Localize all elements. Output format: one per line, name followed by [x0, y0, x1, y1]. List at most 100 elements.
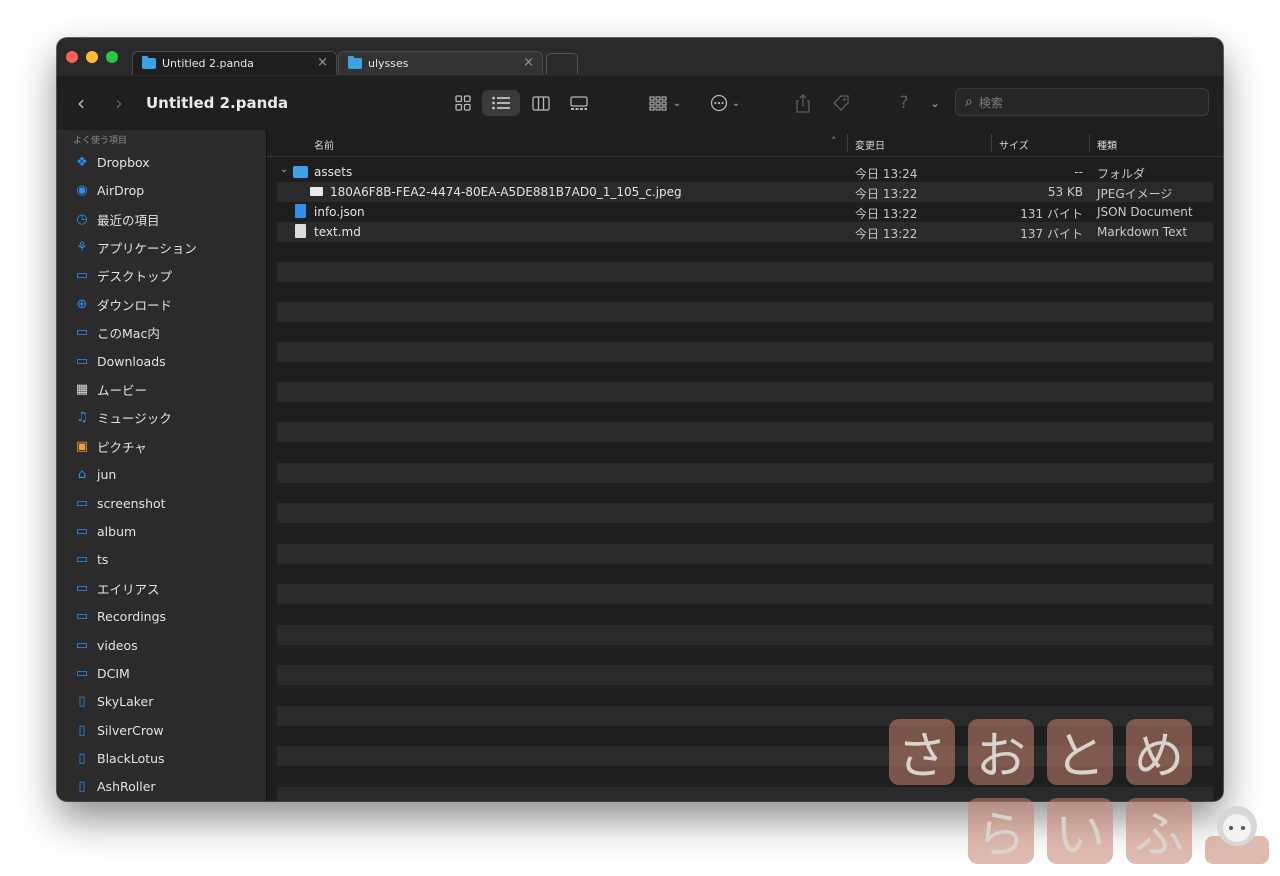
empty-row-stripe: [277, 665, 1213, 685]
folder-icon: ▭: [75, 353, 89, 369]
sidebar: よく使う項目 ❖ Dropbox ◉ AirDrop ◷ 最近の項目 ⚘ アプリケーショ…: [57, 130, 267, 801]
file-kind: JSON Document: [1097, 205, 1193, 219]
column-header-kind[interactable]: 種類: [1097, 137, 1117, 152]
sidebar-item-alias[interactable]: ▭ エイリアス: [73, 577, 160, 599]
folder-icon: ▭: [75, 665, 89, 681]
sidebar-item-label: jun: [97, 466, 117, 482]
file-size: 53 KB: [1047, 185, 1083, 199]
sidebar-item-ts[interactable]: ▭ ts: [73, 548, 109, 570]
sidebar-item-label: ピクチャ: [97, 439, 147, 455]
sidebar-item-label: エイリアス: [97, 581, 160, 597]
back-button[interactable]: ‹: [77, 91, 85, 115]
desktop-icon: ▭: [75, 267, 89, 283]
column-header-name[interactable]: 名前: [314, 137, 334, 152]
sidebar-item-this-mac[interactable]: ▭ このMac内: [73, 321, 160, 343]
sidebar-item-dcim[interactable]: ▭ DCIM: [73, 662, 130, 684]
pictures-icon: ▣: [75, 438, 89, 454]
empty-row-stripe: [277, 463, 1213, 483]
column-divider[interactable]: [847, 134, 848, 152]
column-header-date[interactable]: 変更日: [855, 137, 885, 152]
folder-icon: ▭: [75, 551, 89, 567]
sidebar-item-album[interactable]: ▭ album: [73, 520, 136, 542]
folder-icon: ▭: [75, 608, 89, 624]
file-kind: フォルダ: [1097, 167, 1146, 181]
action-menu-icon[interactable]: ⌄: [705, 90, 745, 116]
text-file-icon: [295, 224, 306, 238]
file-name: text.md: [314, 225, 361, 239]
file-date: 今日 13:24: [855, 167, 918, 181]
table-row[interactable]: info.json 今日 13:22 131 バイト JSON Document: [277, 202, 1213, 222]
sidebar-item-jun[interactable]: ⌂ jun: [73, 463, 116, 485]
group-by-icon[interactable]: ⌄: [645, 90, 685, 116]
sidebar-item-ashroller[interactable]: ▯ AshRoller: [73, 775, 156, 797]
sidebar-item-videos[interactable]: ▭ videos: [73, 634, 138, 656]
tab-label: ulysses: [368, 57, 409, 70]
gallery-view-icon[interactable]: [566, 90, 592, 116]
table-row[interactable]: ⌄ assets 今日 13:24 -- フォルダ: [277, 162, 1213, 182]
sidebar-item-pictures[interactable]: ▣ ピクチャ: [73, 435, 147, 457]
tab-ulysses[interactable]: ulysses ×: [338, 51, 543, 75]
empty-row-stripe: [277, 342, 1213, 362]
file-kind: Markdown Text: [1097, 225, 1188, 239]
dropbox-icon: ❖: [76, 154, 88, 170]
tab-untitled-panda[interactable]: Untitled 2.panda ×: [132, 51, 337, 75]
search-field[interactable]: ⌕ 検索: [955, 88, 1209, 116]
close-tab-icon[interactable]: ×: [317, 55, 328, 70]
sidebar-item-silvercrow[interactable]: ▯ SilverCrow: [73, 719, 163, 741]
clock-icon: ◷: [76, 211, 88, 227]
column-divider[interactable]: [991, 134, 992, 152]
sidebar-item-downloads-jp[interactable]: ⊕ ダウンロード: [73, 293, 172, 315]
sidebar-item-movies[interactable]: ▦ ムービー: [73, 378, 147, 400]
finder-window: Untitled 2.panda × ulysses × ‹ › Untitle…: [57, 38, 1223, 801]
sidebar-item-music[interactable]: ♫ ミュージック: [73, 406, 172, 428]
toolbar: ‹ › Untitled 2.panda ⌄ ⌄ ? ⌄ ⌕ 検索: [57, 76, 1223, 131]
column-view-icon[interactable]: [528, 90, 554, 116]
minimize-window-button[interactable]: [86, 51, 98, 63]
zoom-window-button[interactable]: [106, 51, 118, 63]
watermark-tile: め: [1126, 719, 1192, 785]
close-tab-icon[interactable]: ×: [523, 55, 534, 70]
column-divider[interactable]: [1089, 134, 1090, 152]
toolbar-overflow-chevron-icon[interactable]: ⌄: [925, 90, 945, 116]
sidebar-item-blacklotus[interactable]: ▯ BlackLotus: [73, 747, 164, 769]
sidebar-item-dropbox[interactable]: ❖ Dropbox: [73, 151, 150, 173]
file-name: 180A6F8B-FEA2-4474-80EA-A5DE881B7AD0_1_1…: [330, 185, 682, 199]
applications-icon: ⚘: [76, 239, 88, 255]
disclosure-chevron-icon[interactable]: ⌄: [280, 164, 288, 175]
file-date: 今日 13:22: [855, 207, 918, 221]
sidebar-item-recordings[interactable]: ▭ Recordings: [73, 605, 166, 627]
table-row[interactable]: 180A6F8B-FEA2-4474-80EA-A5DE881B7AD0_1_1…: [277, 182, 1213, 202]
watermark-tile: い: [1047, 798, 1113, 864]
home-icon: ⌂: [77, 466, 87, 482]
sidebar-item-label: AshRoller: [97, 778, 156, 794]
new-tab-button[interactable]: [546, 53, 578, 74]
share-icon[interactable]: [791, 90, 815, 116]
file-size: 131 バイト: [1020, 207, 1083, 221]
icon-view-icon[interactable]: [450, 90, 476, 116]
sidebar-item-downloads[interactable]: ▭ Downloads: [73, 350, 166, 372]
music-icon: ♫: [76, 409, 88, 425]
sidebar-item-skylaker[interactable]: ▯ SkyLaker: [73, 690, 153, 712]
empty-row-stripe: [277, 302, 1213, 322]
sidebar-item-applications[interactable]: ⚘ アプリケーション: [73, 236, 197, 258]
sidebar-item-label: アプリケーション: [97, 240, 197, 256]
file-date: 今日 13:22: [855, 227, 918, 241]
sidebar-item-label: videos: [97, 637, 138, 653]
sidebar-item-label: DCIM: [97, 665, 130, 681]
sidebar-item-airdrop[interactable]: ◉ AirDrop: [73, 179, 144, 201]
column-header-size[interactable]: サイズ: [999, 137, 1029, 152]
table-row[interactable]: text.md 今日 13:22 137 バイト Markdown Text: [277, 222, 1213, 242]
download-icon: ⊕: [76, 296, 88, 312]
sidebar-item-screenshot[interactable]: ▭ screenshot: [73, 492, 166, 514]
sidebar-item-desktop[interactable]: ▭ デスクトップ: [73, 264, 172, 286]
close-window-button[interactable]: [66, 51, 78, 63]
tag-icon[interactable]: [828, 90, 854, 116]
chevron-down-icon: ⌄: [731, 97, 741, 109]
sidebar-item-recents[interactable]: ◷ 最近の項目: [73, 208, 159, 230]
help-icon[interactable]: ?: [893, 90, 915, 116]
list-view-icon[interactable]: [482, 90, 520, 116]
forward-button[interactable]: ›: [115, 91, 123, 115]
jpeg-icon: [310, 187, 323, 196]
file-size: 137 バイト: [1020, 227, 1083, 241]
search-icon: ⌕: [965, 94, 973, 110]
